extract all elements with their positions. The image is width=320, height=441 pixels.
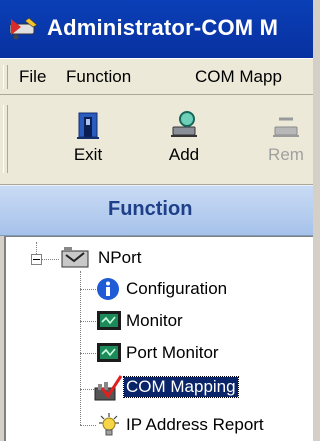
tree-item-configuration[interactable]: Configuration bbox=[96, 276, 296, 304]
function-tree[interactable]: NPort Configuration Monitor Port Monitor bbox=[4, 236, 313, 441]
tree-label-com-mapping: COM Mapping bbox=[123, 376, 239, 398]
add-icon bbox=[171, 111, 197, 137]
exit-label: Exit bbox=[73, 145, 103, 164]
tree-label-port-monitor: Port Monitor bbox=[126, 343, 219, 362]
remove-icon bbox=[273, 117, 299, 137]
function-panel-header: Function bbox=[0, 185, 313, 236]
exit-icon bbox=[77, 112, 99, 139]
com-mapping-icon bbox=[94, 375, 122, 401]
tree-item-port-monitor[interactable]: Port Monitor bbox=[96, 340, 296, 368]
remove-label: Rem bbox=[268, 145, 304, 164]
menu-file[interactable]: File bbox=[19, 67, 46, 87]
tree-line bbox=[80, 353, 96, 354]
tree-line bbox=[80, 289, 96, 290]
tree-item-ip-address-report[interactable]: IP Address Report bbox=[96, 412, 311, 440]
tree-label-ip-address-report: IP Address Report bbox=[126, 415, 264, 434]
window-title: Administrator-COM M bbox=[47, 15, 279, 40]
toolbar: Exit Add Rem bbox=[0, 95, 313, 185]
tree-label-monitor: Monitor bbox=[126, 311, 183, 330]
title-bar[interactable]: Administrator-COM M bbox=[0, 0, 313, 58]
info-icon bbox=[97, 278, 119, 300]
tree-line bbox=[80, 321, 96, 322]
tree-line bbox=[42, 259, 59, 260]
tree-line bbox=[80, 425, 96, 426]
app-icon bbox=[9, 17, 38, 40]
remove-button[interactable]: Rem bbox=[256, 109, 316, 173]
menu-grip[interactable] bbox=[3, 65, 8, 89]
tree-item-com-mapping[interactable]: COM Mapping bbox=[92, 374, 292, 402]
tree-label-configuration: Configuration bbox=[126, 279, 228, 298]
monitor-icon bbox=[97, 311, 121, 330]
add-button[interactable]: Add bbox=[154, 109, 214, 173]
menu-bar: File Function COM Mapp bbox=[0, 58, 313, 95]
toolbar-grip[interactable] bbox=[3, 105, 8, 173]
add-label: Add bbox=[168, 145, 200, 164]
exit-button[interactable]: Exit bbox=[58, 109, 118, 173]
menu-com-mapping[interactable]: COM Mapp bbox=[195, 67, 282, 87]
nport-device-icon bbox=[61, 247, 89, 268]
function-panel-title: Function bbox=[108, 198, 193, 220]
tree-label-nport: NPort bbox=[98, 248, 142, 267]
tree-line bbox=[36, 242, 37, 254]
menu-function[interactable]: Function bbox=[66, 67, 131, 87]
ip-report-icon bbox=[99, 413, 119, 436]
tree-item-nport[interactable]: NPort bbox=[60, 245, 180, 273]
tree-item-monitor[interactable]: Monitor bbox=[96, 308, 296, 336]
tree-line bbox=[80, 271, 81, 425]
collapse-toggle[interactable] bbox=[31, 254, 42, 265]
port-monitor-icon bbox=[97, 343, 121, 362]
